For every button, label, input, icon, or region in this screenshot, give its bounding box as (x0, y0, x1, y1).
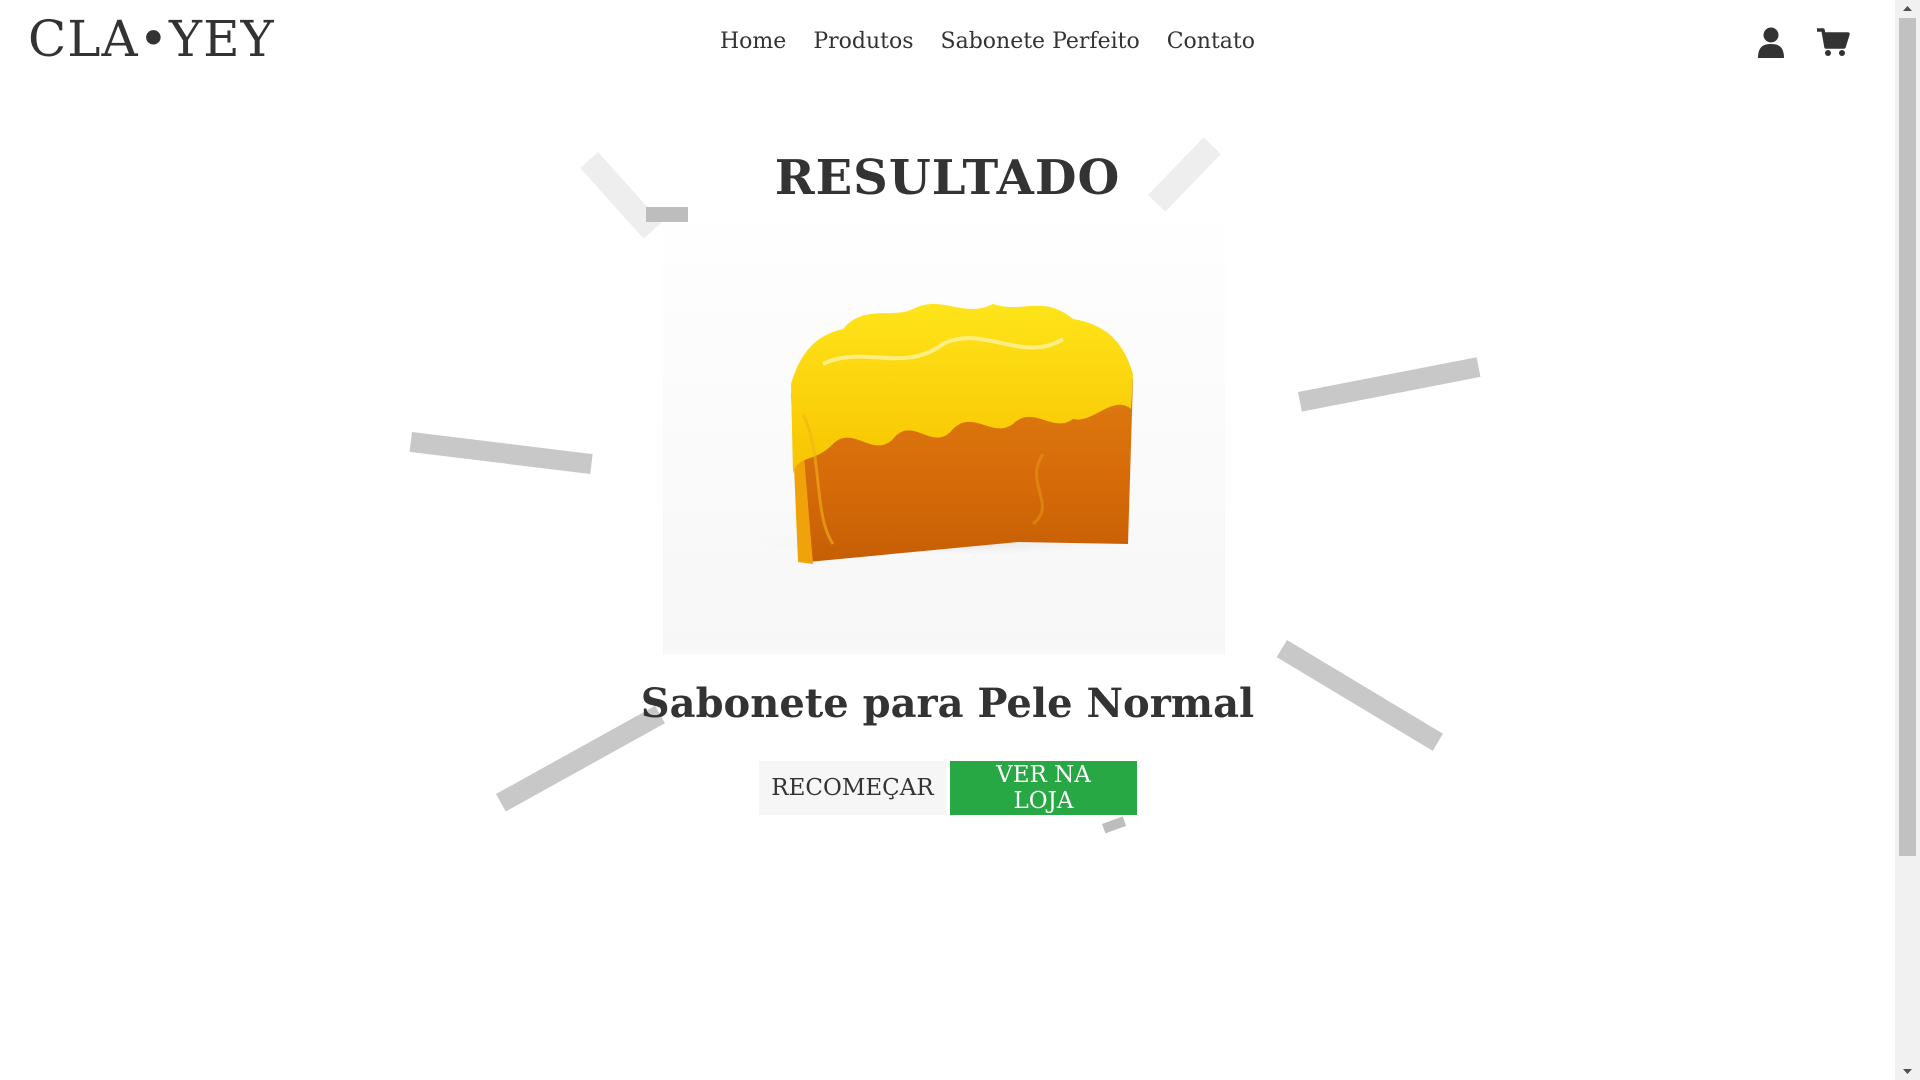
view-in-store-button[interactable]: VER NA LOJA (950, 761, 1137, 815)
nav-produtos[interactable]: Produtos (813, 29, 913, 54)
result-title: RESULTADO (774, 150, 1121, 206)
site-logo[interactable]: CLA•YEY (28, 10, 275, 68)
main-nav: Home Produtos Sabonete Perfeito Contato (720, 29, 1255, 54)
result-actions: RECOMEÇAR VER NA LOJA (759, 761, 1137, 815)
scroll-up-arrow-icon[interactable] (1895, 0, 1920, 17)
nav-home[interactable]: Home (720, 29, 786, 54)
nav-sabonete-perfeito[interactable]: Sabonete Perfeito (941, 29, 1140, 54)
header-actions (1754, 25, 1850, 59)
user-icon[interactable] (1754, 25, 1788, 59)
scrollbar-thumb[interactable] (1899, 18, 1916, 856)
scroll-down-arrow-icon[interactable] (1895, 1063, 1920, 1080)
restart-button[interactable]: RECOMEÇAR (759, 761, 946, 815)
cart-icon[interactable] (1816, 25, 1850, 59)
confetti-strip (409, 432, 593, 475)
site-header: CLA•YEY Home Produtos Sabonete Perfeito … (0, 0, 1895, 90)
confetti-strip (1298, 357, 1481, 412)
product-image (663, 224, 1225, 654)
vertical-scrollbar[interactable] (1895, 0, 1920, 1080)
product-name: Sabonete para Pele Normal (640, 680, 1255, 727)
confetti-strip (646, 207, 688, 222)
soap-bar-image (703, 304, 1183, 564)
confetti-strip (1102, 816, 1127, 834)
nav-contato[interactable]: Contato (1167, 29, 1255, 54)
